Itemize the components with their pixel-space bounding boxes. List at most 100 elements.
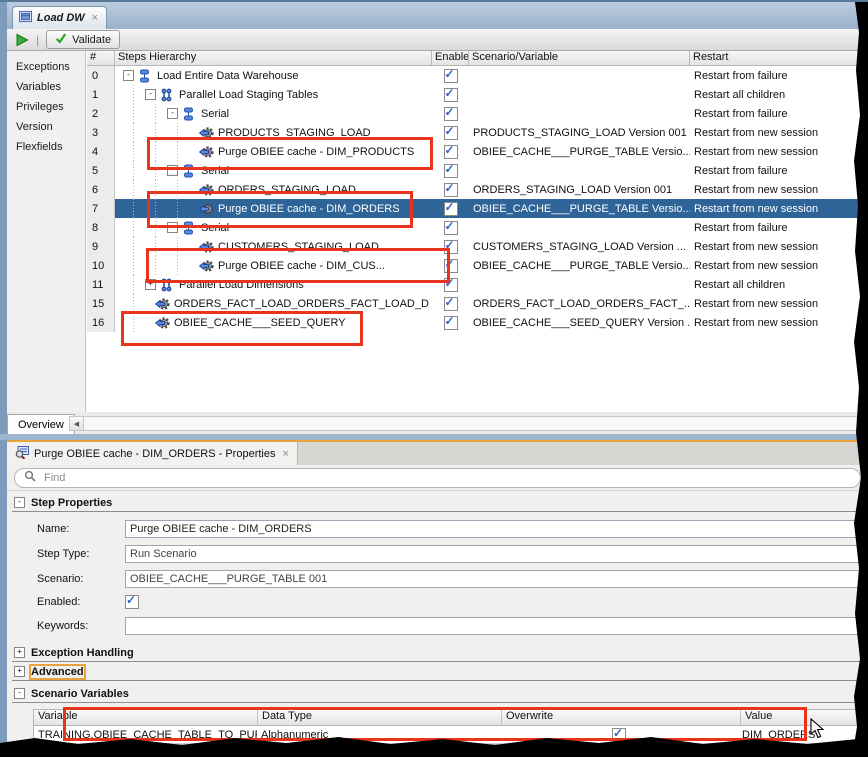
collapse-icon[interactable]: - <box>145 89 156 100</box>
run-button[interactable] <box>15 33 29 47</box>
horizontal-scrollbar[interactable]: ◀ <box>69 416 862 431</box>
restart-cell[interactable]: Restart from new session <box>690 123 868 142</box>
scenario-icon <box>155 297 171 311</box>
mouse-cursor <box>810 718 826 745</box>
section-advanced[interactable]: + Advanced <box>12 664 860 681</box>
enabled-checkbox[interactable] <box>125 595 139 609</box>
load-plan-icon <box>19 10 32 26</box>
properties-tabbar: Purge OBIEE cache - DIM_ORDERS - Propert… <box>7 440 868 465</box>
enabled-cell <box>432 218 469 237</box>
scroll-left-icon[interactable]: ◀ <box>70 417 84 430</box>
sidebar-item-privileges[interactable]: Privileges <box>7 98 85 118</box>
table-row[interactable]: 1-Parallel Load Staging TablesRestart al… <box>87 85 868 104</box>
col-header-scenario: Scenario/Variable <box>469 51 690 65</box>
restart-cell[interactable]: Restart from new session <box>690 294 868 313</box>
row-number: 9 <box>87 237 115 256</box>
sidebar-item-flexfields[interactable]: Flexfields <box>7 138 85 158</box>
tree-indent-guide <box>123 142 145 161</box>
collapse-icon[interactable]: - <box>14 497 25 508</box>
section-label: Advanced <box>31 666 84 678</box>
restart-cell[interactable]: Restart from failure <box>690 218 868 237</box>
findbar <box>7 465 868 491</box>
row-number: 16 <box>87 313 115 332</box>
expand-icon[interactable]: + <box>14 666 25 677</box>
restart-cell[interactable]: Restart from failure <box>690 66 868 85</box>
tab-overview[interactable]: Overview <box>7 414 75 434</box>
validate-label: Validate <box>72 34 111 46</box>
load-plan-editor: ExceptionsVariablesPrivilegesVersionFlex… <box>7 51 868 412</box>
enabled-checkbox[interactable] <box>444 88 458 102</box>
tree-indent-guide <box>123 123 145 142</box>
enabled-checkbox[interactable] <box>444 69 458 83</box>
restart-cell[interactable]: Restart from new session <box>690 142 868 161</box>
table-row[interactable]: 0-Load Entire Data WarehouseRestart from… <box>87 66 868 85</box>
col-header-enabled: Enabled <box>432 51 469 65</box>
section-exception-handling[interactable]: + Exception Handling <box>12 645 860 662</box>
restart-cell[interactable]: Restart all children <box>690 85 868 104</box>
keywords-field[interactable] <box>125 617 860 635</box>
scenario-cell: OBIEE_CACHE___PURGE_TABLE Versio... <box>469 256 690 275</box>
tab-load-dw[interactable]: Load DW × <box>12 6 107 29</box>
tab-properties[interactable]: Purge OBIEE cache - DIM_ORDERS - Propert… <box>7 442 298 465</box>
row-number: 15 <box>87 294 115 313</box>
section-step-properties[interactable]: - Step Properties <box>12 495 860 512</box>
sidebar-nav: ExceptionsVariablesPrivilegesVersionFlex… <box>7 51 86 412</box>
restart-cell[interactable]: Restart from failure <box>690 104 868 123</box>
restart-cell[interactable]: Restart from new session <box>690 256 868 275</box>
properties-tab-title: Purge OBIEE cache - DIM_ORDERS - Propert… <box>34 448 275 460</box>
expand-icon[interactable]: + <box>14 647 25 658</box>
annotation-box-variable-row <box>63 707 807 741</box>
enabled-cell <box>432 85 469 104</box>
collapse-icon[interactable]: - <box>167 108 178 119</box>
section-label: Exception Handling <box>31 647 134 659</box>
find-field[interactable] <box>14 468 861 488</box>
sidebar-item-version[interactable]: Version <box>7 118 85 138</box>
keywords-label: Keywords: <box>37 620 125 632</box>
enabled-cell <box>432 123 469 142</box>
enabled-label: Enabled: <box>37 596 125 608</box>
enabled-cell <box>432 199 469 218</box>
section-label: Step Properties <box>31 497 112 509</box>
enabled-checkbox[interactable] <box>444 221 458 235</box>
row-number: 7 <box>87 199 115 218</box>
restart-cell[interactable]: Restart from failure <box>690 161 868 180</box>
row-number: 8 <box>87 218 115 237</box>
restart-cell[interactable]: Restart from new session <box>690 199 868 218</box>
scenario-cell <box>469 275 690 294</box>
name-field[interactable] <box>125 520 860 538</box>
scenario-cell: ORDERS_STAGING_LOAD Version 001 <box>469 180 690 199</box>
window-frame <box>0 2 7 757</box>
row-number: 4 <box>87 142 115 161</box>
sidebar-item-exceptions[interactable]: Exceptions <box>7 58 85 78</box>
col-header-restart: Restart <box>690 51 868 65</box>
sidebar-item-variables[interactable]: Variables <box>7 78 85 98</box>
enabled-checkbox[interactable] <box>444 183 458 197</box>
scenario-cell: OBIEE_CACHE___SEED_QUERY Version ... <box>469 313 690 332</box>
parallel-icon <box>160 88 176 102</box>
toolbar-separator: | <box>36 33 39 47</box>
scenario-row: Scenario: <box>37 570 860 588</box>
restart-cell[interactable]: Restart from new session <box>690 313 868 332</box>
enabled-checkbox[interactable] <box>444 164 458 178</box>
enabled-checkbox[interactable] <box>444 145 458 159</box>
restart-cell[interactable]: Restart from new session <box>690 180 868 199</box>
enabled-checkbox[interactable] <box>444 202 458 216</box>
search-input[interactable] <box>42 471 851 485</box>
tree-indent-guide <box>123 104 145 123</box>
close-icon[interactable]: × <box>282 449 288 459</box>
section-scenario-variables[interactable]: - Scenario Variables <box>12 686 860 703</box>
validate-check-icon <box>55 32 67 47</box>
collapse-icon[interactable]: - <box>123 70 134 81</box>
enabled-checkbox[interactable] <box>444 126 458 140</box>
enabled-checkbox[interactable] <box>444 316 458 330</box>
collapse-icon[interactable]: - <box>14 688 25 699</box>
table-row[interactable]: 2-SerialRestart from failure <box>87 104 868 123</box>
restart-cell[interactable]: Restart from new session <box>690 237 868 256</box>
enabled-checkbox[interactable] <box>444 297 458 311</box>
close-icon[interactable]: × <box>92 13 98 23</box>
row-number: 10 <box>87 256 115 275</box>
validate-button[interactable]: Validate <box>46 30 120 49</box>
tree-indent-guide <box>145 104 167 123</box>
enabled-checkbox[interactable] <box>444 107 458 121</box>
restart-cell[interactable]: Restart all children <box>690 275 868 294</box>
